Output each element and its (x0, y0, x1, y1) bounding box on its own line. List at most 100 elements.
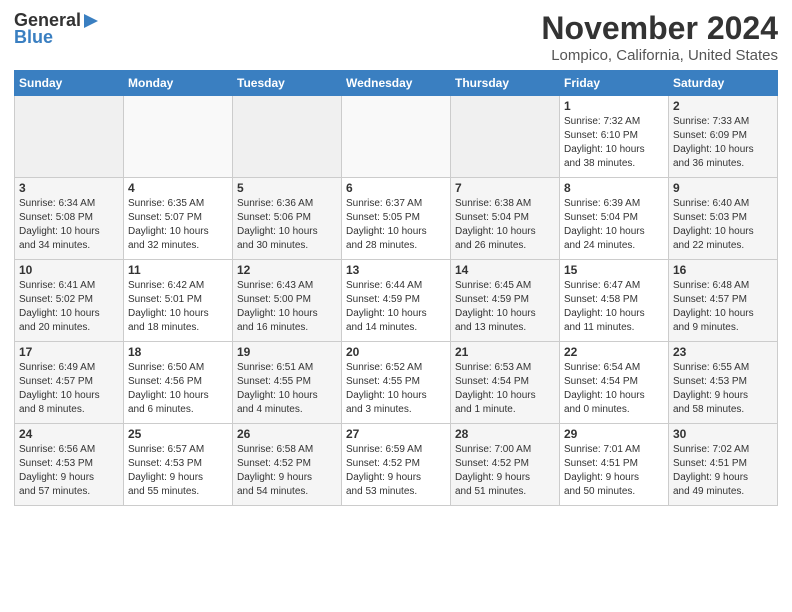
day-number: 16 (673, 263, 773, 277)
calendar-cell: 25Sunrise: 6:57 AM Sunset: 4:53 PM Dayli… (124, 424, 233, 506)
calendar-header-row: Sunday Monday Tuesday Wednesday Thursday… (15, 71, 778, 96)
day-number: 12 (237, 263, 337, 277)
day-info: Sunrise: 7:02 AM Sunset: 4:51 PM Dayligh… (673, 443, 773, 499)
day-number: 22 (564, 345, 664, 359)
day-info: Sunrise: 6:52 AM Sunset: 4:55 PM Dayligh… (346, 361, 446, 417)
calendar-cell: 4 Sunrise: 6:35 AM Sunset: 5:07 PM Daylig… (124, 178, 233, 260)
day-number: 2 (673, 99, 773, 113)
day-number: 11 (128, 263, 228, 277)
col-friday: Friday (560, 71, 669, 96)
calendar-table: Sunday Monday Tuesday Wednesday Thursday… (14, 70, 778, 506)
location-title: Lompico, California, United States (541, 47, 778, 64)
calendar-cell (124, 96, 233, 178)
calendar-cell: 18Sunrise: 6:50 AM Sunset: 4:56 PM Dayli… (124, 342, 233, 424)
day-number: 8 (564, 181, 664, 195)
day-number: 7 (455, 181, 555, 195)
calendar-cell: 7 Sunrise: 6:38 AM Sunset: 5:04 PM Daylig… (451, 178, 560, 260)
day-info: Sunrise: 6:59 AM Sunset: 4:52 PM Dayligh… (346, 443, 446, 499)
calendar-cell: 3 Sunrise: 6:34 AM Sunset: 5:08 PM Daylig… (15, 178, 124, 260)
day-info: Sunrise: 6:54 AM Sunset: 4:54 PM Dayligh… (564, 361, 664, 417)
day-number: 4 (128, 181, 228, 195)
day-info: Sunrise: 6:42 AM Sunset: 5:01 PM Dayligh… (128, 279, 228, 335)
day-number: 23 (673, 345, 773, 359)
calendar-cell: 1Sunrise: 7:32 AM Sunset: 6:10 PM Daylig… (560, 96, 669, 178)
calendar-week-row: 10 Sunrise: 6:41 AM Sunset: 5:02 PM Dayli… (15, 260, 778, 342)
day-number: 21 (455, 345, 555, 359)
col-thursday: Thursday (451, 71, 560, 96)
day-number: 13 (346, 263, 446, 277)
title-area: November 2024 Lompico, California, Unite… (541, 10, 778, 64)
day-info: Sunrise: 7:33 AM Sunset: 6:09 PM Dayligh… (673, 115, 773, 171)
day-number: 3 (19, 181, 119, 195)
calendar-week-row: 1Sunrise: 7:32 AM Sunset: 6:10 PM Daylig… (15, 96, 778, 178)
day-info: Sunrise: 6:44 AM Sunset: 4:59 PM Dayligh… (346, 279, 446, 335)
calendar-cell: 21 Sunrise: 6:53 AM Sunset: 4:54 PM Dayli… (451, 342, 560, 424)
header: General Blue November 2024 Lompico, Cali… (14, 10, 778, 64)
day-number: 5 (237, 181, 337, 195)
day-info: Sunrise: 6:35 AM Sunset: 5:07 PM Dayligh… (128, 197, 228, 253)
calendar-cell: 17 Sunrise: 6:49 AM Sunset: 4:57 PM Dayli… (15, 342, 124, 424)
calendar-week-row: 24 Sunrise: 6:56 AM Sunset: 4:53 PM Dayli… (15, 424, 778, 506)
day-info: Sunrise: 6:55 AM Sunset: 4:53 PM Dayligh… (673, 361, 773, 417)
day-info: Sunrise: 6:37 AM Sunset: 5:05 PM Dayligh… (346, 197, 446, 253)
calendar-cell: 24 Sunrise: 6:56 AM Sunset: 4:53 PM Dayli… (15, 424, 124, 506)
day-info: Sunrise: 6:53 AM Sunset: 4:54 PM Dayligh… (455, 361, 555, 417)
col-wednesday: Wednesday (342, 71, 451, 96)
day-info: Sunrise: 7:01 AM Sunset: 4:51 PM Dayligh… (564, 443, 664, 499)
calendar-cell: 27 Sunrise: 6:59 AM Sunset: 4:52 PM Dayli… (342, 424, 451, 506)
calendar-cell: 14 Sunrise: 6:45 AM Sunset: 4:59 PM Dayli… (451, 260, 560, 342)
day-info: Sunrise: 6:34 AM Sunset: 5:08 PM Dayligh… (19, 197, 119, 253)
day-number: 14 (455, 263, 555, 277)
calendar-cell: 2 Sunrise: 7:33 AM Sunset: 6:09 PM Daylig… (669, 96, 778, 178)
day-number: 28 (455, 427, 555, 441)
day-number: 15 (564, 263, 664, 277)
day-info: Sunrise: 6:41 AM Sunset: 5:02 PM Dayligh… (19, 279, 119, 335)
day-number: 29 (564, 427, 664, 441)
calendar-week-row: 3 Sunrise: 6:34 AM Sunset: 5:08 PM Daylig… (15, 178, 778, 260)
day-number: 27 (346, 427, 446, 441)
day-info: Sunrise: 6:49 AM Sunset: 4:57 PM Dayligh… (19, 361, 119, 417)
col-sunday: Sunday (15, 71, 124, 96)
calendar-cell: 16 Sunrise: 6:48 AM Sunset: 4:57 PM Dayli… (669, 260, 778, 342)
day-info: Sunrise: 6:51 AM Sunset: 4:55 PM Dayligh… (237, 361, 337, 417)
day-number: 25 (128, 427, 228, 441)
month-title: November 2024 (541, 10, 778, 47)
day-info: Sunrise: 6:38 AM Sunset: 5:04 PM Dayligh… (455, 197, 555, 253)
day-info: Sunrise: 6:56 AM Sunset: 4:53 PM Dayligh… (19, 443, 119, 499)
day-info: Sunrise: 6:36 AM Sunset: 5:06 PM Dayligh… (237, 197, 337, 253)
day-number: 19 (237, 345, 337, 359)
day-number: 20 (346, 345, 446, 359)
logo-blue-text: Blue (14, 27, 53, 48)
calendar-cell: 19 Sunrise: 6:51 AM Sunset: 4:55 PM Dayli… (233, 342, 342, 424)
col-tuesday: Tuesday (233, 71, 342, 96)
day-info: Sunrise: 6:48 AM Sunset: 4:57 PM Dayligh… (673, 279, 773, 335)
day-number: 6 (346, 181, 446, 195)
logo-arrow-icon (82, 12, 100, 30)
day-info: Sunrise: 6:58 AM Sunset: 4:52 PM Dayligh… (237, 443, 337, 499)
calendar-cell: 22 Sunrise: 6:54 AM Sunset: 4:54 PM Dayli… (560, 342, 669, 424)
col-monday: Monday (124, 71, 233, 96)
calendar-cell (15, 96, 124, 178)
calendar-cell: 10 Sunrise: 6:41 AM Sunset: 5:02 PM Dayli… (15, 260, 124, 342)
calendar-cell: 28 Sunrise: 7:00 AM Sunset: 4:52 PM Dayli… (451, 424, 560, 506)
day-number: 10 (19, 263, 119, 277)
day-number: 30 (673, 427, 773, 441)
day-number: 17 (19, 345, 119, 359)
calendar-cell (342, 96, 451, 178)
day-info: Sunrise: 7:32 AM Sunset: 6:10 PM Dayligh… (564, 115, 664, 171)
day-number: 18 (128, 345, 228, 359)
calendar-cell: 30 Sunrise: 7:02 AM Sunset: 4:51 PM Dayli… (669, 424, 778, 506)
calendar-cell: 15Sunrise: 6:47 AM Sunset: 4:58 PM Dayli… (560, 260, 669, 342)
day-info: Sunrise: 6:43 AM Sunset: 5:00 PM Dayligh… (237, 279, 337, 335)
calendar-cell (451, 96, 560, 178)
calendar-cell: 8 Sunrise: 6:39 AM Sunset: 5:04 PM Daylig… (560, 178, 669, 260)
day-number: 26 (237, 427, 337, 441)
calendar-cell: 29 Sunrise: 7:01 AM Sunset: 4:51 PM Dayli… (560, 424, 669, 506)
day-number: 9 (673, 181, 773, 195)
day-info: Sunrise: 6:39 AM Sunset: 5:04 PM Dayligh… (564, 197, 664, 253)
calendar-cell: 26 Sunrise: 6:58 AM Sunset: 4:52 PM Dayli… (233, 424, 342, 506)
day-number: 24 (19, 427, 119, 441)
day-info: Sunrise: 7:00 AM Sunset: 4:52 PM Dayligh… (455, 443, 555, 499)
day-info: Sunrise: 6:45 AM Sunset: 4:59 PM Dayligh… (455, 279, 555, 335)
calendar-cell: 11 Sunrise: 6:42 AM Sunset: 5:01 PM Dayli… (124, 260, 233, 342)
